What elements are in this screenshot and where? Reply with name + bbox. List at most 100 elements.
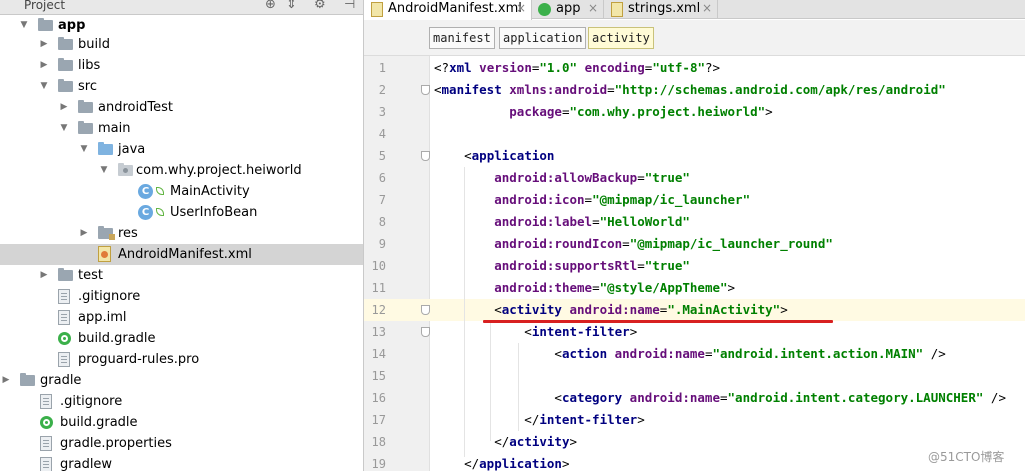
folder-icon: [58, 268, 73, 281]
project-panel-title[interactable]: Project: [24, 0, 65, 12]
editor-tab[interactable]: app ×: [532, 0, 604, 19]
chevron-right-icon[interactable]: ▶: [0, 370, 12, 391]
tree-item[interactable]: build.gradle: [0, 412, 363, 433]
code-text: android:supportsRtl="true": [494, 258, 690, 273]
text-file-icon: [40, 436, 52, 451]
line-number: 19: [371, 457, 386, 471]
tab-label: strings.xml: [628, 1, 701, 16]
folder-icon: [58, 37, 73, 50]
fold-marker-icon[interactable]: [421, 327, 430, 337]
collapse-icon[interactable]: ⇕: [286, 0, 297, 12]
chevron-down-icon[interactable]: ▼: [58, 118, 70, 139]
hide-icon[interactable]: ⊣: [344, 0, 355, 12]
line-number: 13: [371, 325, 386, 339]
text-file-icon: [58, 310, 70, 325]
chevron-right-icon[interactable]: ▶: [58, 97, 70, 118]
gradle-icon: [58, 332, 71, 345]
tree-item-label: MainActivity: [170, 184, 250, 199]
code-line[interactable]: 1 <?xml version="1.0" encoding="utf-8"?>: [364, 57, 1025, 79]
watermark: @51CTO博客: [928, 450, 1005, 464]
tree-item[interactable]: ▶ test: [0, 265, 363, 286]
tree-item[interactable]: AndroidManifest.xml: [0, 244, 363, 265]
tree-item-label: .gitignore: [78, 289, 141, 304]
fold-marker-icon[interactable]: [421, 305, 430, 315]
tab-label: app: [556, 1, 581, 16]
tree-item-label: libs: [78, 58, 101, 73]
line-number: 8: [378, 215, 386, 229]
tree-item[interactable]: .gitignore: [0, 286, 363, 307]
breadcrumb-item[interactable]: application: [499, 27, 587, 49]
fold-marker-icon[interactable]: [421, 151, 430, 161]
tree-item[interactable]: ▶ res: [0, 223, 363, 244]
line-number: 16: [371, 391, 386, 405]
tree-item[interactable]: ▶ gradle: [0, 370, 363, 391]
chevron-right-icon[interactable]: ▶: [38, 265, 50, 286]
code-line[interactable]: 5 <application: [364, 145, 1025, 167]
chevron-down-icon[interactable]: ▼: [18, 15, 30, 36]
tree-item[interactable]: C MainActivity: [0, 181, 363, 202]
code-line[interactable]: 2 <manifest xmlns:android="http://schemas…: [364, 79, 1025, 101]
chevron-right-icon[interactable]: ▶: [78, 223, 90, 244]
chevron-right-icon[interactable]: ▶: [38, 34, 50, 55]
line-number: 1: [378, 61, 386, 75]
fold-marker-icon[interactable]: [421, 85, 430, 95]
folder-icon: [58, 79, 73, 92]
editor-tab[interactable]: AndroidManifest.xml ×: [364, 0, 532, 20]
editor-tab-bar: AndroidManifest.xml × app × strings.xml ×: [364, 0, 1025, 20]
text-file-icon: [40, 457, 52, 471]
tree-item[interactable]: build.gradle: [0, 328, 363, 349]
close-icon[interactable]: ×: [702, 0, 712, 17]
close-icon[interactable]: ×: [588, 0, 598, 17]
editor-tab[interactable]: strings.xml ×: [604, 0, 718, 19]
tab-label: AndroidManifest.xml: [388, 1, 522, 16]
tree-item[interactable]: ▶ build: [0, 34, 363, 55]
folder-icon: [78, 100, 93, 113]
code-text: android:roundIcon="@mipmap/ic_launcher_r…: [494, 236, 833, 251]
breadcrumb-item[interactable]: activity: [588, 27, 654, 49]
tree-item-label: AndroidManifest.xml: [118, 247, 252, 262]
tree-item[interactable]: ▶ androidTest: [0, 97, 363, 118]
tree-item[interactable]: proguard-rules.pro: [0, 349, 363, 370]
module-icon: [538, 3, 551, 16]
code-line[interactable]: 3 package="com.why.project.heiworld">: [364, 101, 1025, 123]
line-number: 2: [378, 83, 386, 97]
tree-item[interactable]: ▼ main: [0, 118, 363, 139]
red-underline-annotation: [483, 320, 833, 323]
tree-item[interactable]: ▶ libs: [0, 55, 363, 76]
tree-item-label: java: [118, 142, 146, 157]
indent-guide: [490, 321, 491, 441]
tree-item[interactable]: C UserInfoBean: [0, 202, 363, 223]
code-line[interactable]: 4: [364, 123, 1025, 145]
line-number: 5: [378, 149, 386, 163]
close-icon[interactable]: ×: [516, 0, 526, 17]
tree-item[interactable]: gradlew: [0, 454, 363, 471]
project-panel-header: Project ⊕ ⇕ ⚙ ⊣: [0, 0, 363, 15]
indent-guide: [518, 343, 519, 431]
tree-item[interactable]: ▼ com.why.project.heiworld: [0, 160, 363, 181]
chevron-down-icon[interactable]: ▼: [38, 76, 50, 97]
gear-icon[interactable]: ⚙: [314, 0, 326, 12]
tree-item[interactable]: .gitignore: [0, 391, 363, 412]
chevron-right-icon[interactable]: ▶: [38, 55, 50, 76]
breadcrumb-item[interactable]: manifest: [429, 27, 495, 49]
chevron-down-icon[interactable]: ▼: [78, 139, 90, 160]
line-number: 3: [378, 105, 386, 119]
line-number: 17: [371, 413, 386, 427]
tree-item[interactable]: app.iml: [0, 307, 363, 328]
tree-item-label: gradlew: [60, 457, 113, 471]
globe-icon[interactable]: ⊕: [265, 0, 276, 12]
resource-folder-icon: [98, 226, 115, 240]
tree-item[interactable]: ▼ app: [0, 15, 363, 36]
editor-area: AndroidManifest.xml × app × strings.xml × man…: [364, 0, 1025, 471]
tree-item-label: build: [78, 37, 110, 52]
tree-item[interactable]: ▼ java: [0, 139, 363, 160]
line-number: 10: [371, 259, 386, 273]
tree-item[interactable]: ▼ src: [0, 76, 363, 97]
chevron-down-icon[interactable]: ▼: [98, 160, 110, 181]
class-icon: C: [138, 184, 153, 199]
tree-item[interactable]: gradle.properties: [0, 433, 363, 454]
line-number: 7: [378, 193, 386, 207]
line-number: 12: [371, 303, 386, 317]
tree-item-label: test: [78, 268, 103, 283]
tree-item-label: build.gradle: [60, 415, 138, 430]
